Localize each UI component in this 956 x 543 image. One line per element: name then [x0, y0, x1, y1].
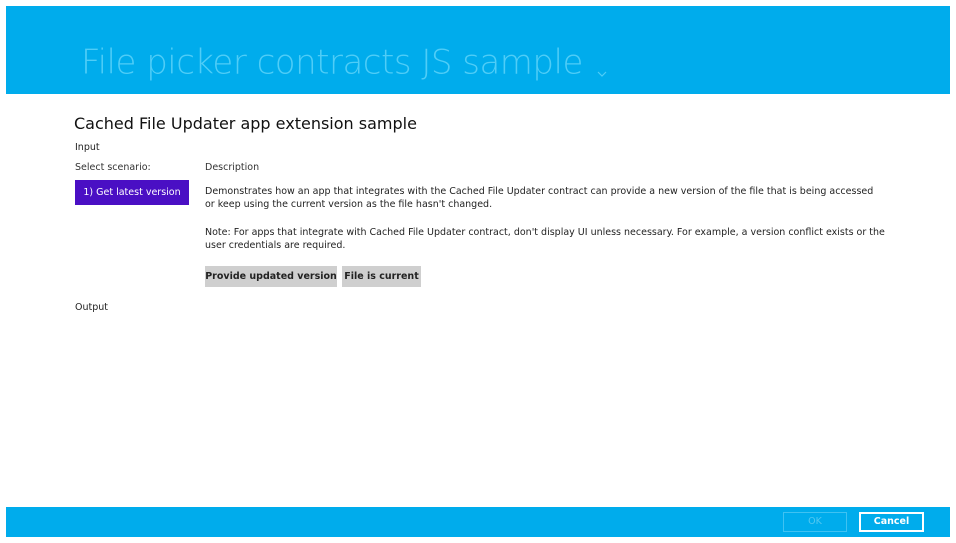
select-scenario-label: Select scenario: [75, 162, 151, 173]
provide-updated-version-button[interactable]: Provide updated version [205, 266, 337, 287]
scenario-item-get-latest-version[interactable]: 1) Get latest version [75, 180, 189, 205]
app-title-menu[interactable]: File picker contracts JS sample [81, 41, 607, 87]
app-window: File picker contracts JS sample Cached F… [6, 6, 950, 537]
app-title: File picker contracts JS sample [81, 42, 583, 83]
file-is-current-button[interactable]: File is current [342, 266, 421, 287]
description-label: Description [205, 162, 260, 173]
output-section-label: Output [75, 302, 108, 313]
main-content: Cached File Updater app extension sample… [6, 94, 950, 507]
header-bar: File picker contracts JS sample [6, 6, 950, 94]
input-section-label: Input [75, 142, 100, 153]
ok-button[interactable]: OK [783, 512, 847, 532]
cancel-button[interactable]: Cancel [859, 512, 924, 532]
footer-bar: OK Cancel [6, 507, 950, 537]
chevron-down-icon [597, 47, 607, 87]
note-text: Note: For apps that integrate with Cache… [205, 227, 885, 251]
page-title: Cached File Updater app extension sample [74, 114, 417, 133]
description-text: Demonstrates how an app that integrates … [205, 186, 874, 210]
